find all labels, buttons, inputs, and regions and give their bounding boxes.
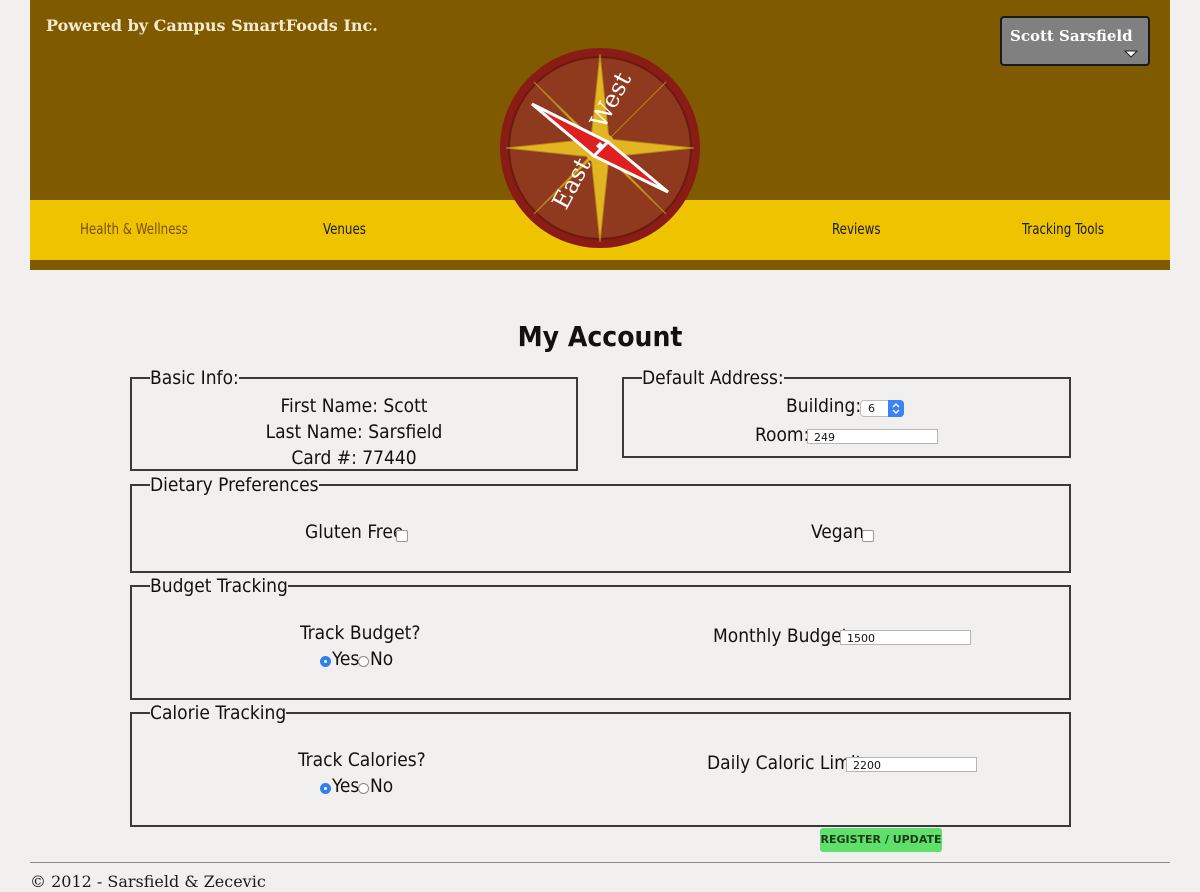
vegan-label: Vegan	[811, 521, 864, 543]
track-budget-label: Track Budget?	[300, 622, 421, 644]
last-name-text: Last Name: Sarsfield	[265, 421, 443, 443]
budget-yes-label: Yes	[332, 648, 360, 670]
calorie-yes-radio[interactable]	[320, 783, 331, 794]
room-input[interactable]: 249	[807, 429, 938, 444]
footer-copyright: © 2012 - Sarsfield & Zecevic	[30, 872, 266, 891]
register-update-button[interactable]: REGISTER / UPDATE	[820, 828, 942, 852]
budget-no-label: No	[370, 648, 394, 670]
monthly-budget-input[interactable]: 1500	[840, 630, 971, 645]
nav-reviews[interactable]: Reviews	[832, 220, 881, 238]
daily-caloric-limit-input[interactable]: 2200	[846, 757, 977, 772]
vegan-checkbox[interactable]	[862, 530, 874, 542]
basic-info-legend: Basic Info:	[150, 367, 239, 389]
building-select[interactable]: 6	[860, 400, 904, 417]
compass-logo[interactable]: East West	[498, 46, 702, 250]
track-calories-label: Track Calories?	[298, 749, 426, 771]
monthly-budget-label: Monthly Budget	[713, 625, 849, 647]
budget-no-radio[interactable]	[358, 656, 369, 667]
nav-venues[interactable]: Venues	[323, 220, 366, 238]
user-menu-dropdown[interactable]: Scott Sarsfield	[1000, 16, 1150, 66]
dietary-preferences-fieldset: Dietary Preferences	[130, 474, 1071, 573]
room-label: Room:	[755, 424, 810, 446]
user-menu-name: Scott Sarsfield	[1010, 27, 1133, 45]
select-arrows-icon	[888, 400, 904, 417]
calorie-no-radio[interactable]	[358, 783, 369, 794]
gluten-free-checkbox[interactable]	[396, 530, 408, 542]
powered-by-text: Powered by Campus SmartFoods Inc.	[46, 16, 378, 35]
chevron-down-icon	[1124, 50, 1138, 58]
calorie-no-label: No	[370, 775, 394, 797]
page-title: My Account	[517, 320, 683, 353]
nav-bottom-border	[30, 260, 1170, 270]
calorie-tracking-legend: Calorie Tracking	[150, 702, 287, 724]
first-name-text: First Name: Scott	[280, 395, 428, 417]
default-address-legend: Default Address:	[642, 367, 784, 389]
dietary-preferences-legend: Dietary Preferences	[150, 474, 319, 496]
building-label: Building:	[786, 395, 862, 417]
daily-caloric-limit-label: Daily Caloric Limit	[707, 752, 863, 774]
card-number-text: Card #: 77440	[291, 447, 417, 469]
nav-tracking-tools[interactable]: Tracking Tools	[1022, 220, 1104, 238]
gluten-free-label: Gluten Free	[305, 521, 404, 543]
nav-health-wellness[interactable]: Health & Wellness	[80, 220, 188, 238]
budget-tracking-legend: Budget Tracking	[150, 575, 288, 597]
budget-yes-radio[interactable]	[320, 656, 331, 667]
calorie-yes-label: Yes	[332, 775, 360, 797]
footer-divider	[30, 862, 1170, 863]
building-select-value: 6	[868, 402, 875, 415]
